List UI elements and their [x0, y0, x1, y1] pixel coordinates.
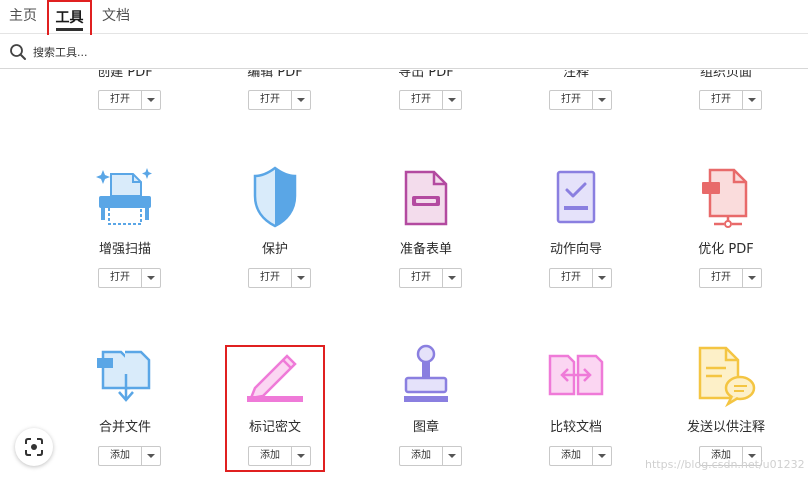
watermark-text: https://blog.csdn.net/u01232: [645, 458, 805, 471]
chevron-down-icon[interactable]: [593, 269, 611, 287]
tool-label: 创建 PDF: [97, 70, 153, 80]
search-input[interactable]: [33, 43, 433, 61]
add-button[interactable]: 添加: [400, 447, 443, 465]
chevron-down-icon[interactable]: [142, 447, 160, 465]
open-button[interactable]: 打开: [400, 91, 443, 109]
open-button[interactable]: 打开: [99, 91, 142, 109]
open-button[interactable]: 打开: [400, 269, 443, 287]
chevron-down-icon[interactable]: [743, 91, 761, 109]
button-group: 打开: [248, 90, 311, 110]
button-group: 打开: [549, 90, 612, 110]
tool-label: 组织页面: [699, 70, 752, 80]
combine-files-icon[interactable]: [91, 344, 159, 408]
button-group: 打开: [248, 268, 311, 288]
tool-label: 编辑 PDF: [247, 70, 303, 80]
tool-label: 标记密文: [248, 420, 301, 435]
tool-label: 注释: [562, 70, 589, 80]
tool-label: 图章: [412, 420, 439, 435]
shield-icon[interactable]: [241, 166, 309, 230]
chevron-down-icon[interactable]: [443, 269, 461, 287]
button-group: 打开: [549, 268, 612, 288]
chevron-down-icon[interactable]: [593, 91, 611, 109]
chevron-down-icon[interactable]: [292, 447, 310, 465]
tool-label: 动作向导: [549, 242, 602, 257]
tab-home[interactable]: 主页: [6, 0, 40, 34]
button-group: 打开: [699, 90, 762, 110]
open-button[interactable]: 打开: [550, 269, 593, 287]
button-group: 添加: [549, 446, 612, 466]
redact-icon[interactable]: [241, 344, 309, 408]
scan-icon[interactable]: [91, 166, 159, 230]
tool-label: 保护: [261, 242, 288, 257]
add-button[interactable]: 添加: [249, 447, 292, 465]
search-bar: [0, 35, 808, 69]
send-comment-icon[interactable]: [692, 344, 760, 408]
chevron-down-icon[interactable]: [142, 269, 160, 287]
chevron-down-icon[interactable]: [743, 269, 761, 287]
tool-label: 准备表单: [399, 242, 452, 257]
active-tab-underline: [56, 28, 83, 31]
tool-label: 优化 PDF: [698, 242, 754, 257]
open-button[interactable]: 打开: [700, 91, 743, 109]
compare-icon[interactable]: [542, 344, 610, 408]
chevron-down-icon[interactable]: [292, 269, 310, 287]
button-group: 打开: [399, 268, 462, 288]
search-icon: [10, 44, 26, 60]
button-group: 打开: [399, 90, 462, 110]
open-button[interactable]: 打开: [249, 269, 292, 287]
action-wizard-icon[interactable]: [542, 166, 610, 230]
chevron-down-icon[interactable]: [443, 447, 461, 465]
tab-tools[interactable]: 工具: [47, 0, 92, 37]
tool-label: 比较文档: [549, 420, 602, 435]
optimize-pdf-icon[interactable]: [692, 166, 760, 230]
add-button[interactable]: 添加: [99, 447, 142, 465]
button-group: 打开: [98, 268, 161, 288]
open-button[interactable]: 打开: [249, 91, 292, 109]
chevron-down-icon[interactable]: [443, 91, 461, 109]
button-group: 添加: [98, 446, 161, 466]
lens-icon: [25, 438, 43, 456]
form-icon[interactable]: [392, 166, 460, 230]
chevron-down-icon[interactable]: [142, 91, 160, 109]
button-group: 添加: [248, 446, 311, 466]
tab-docs[interactable]: 文档: [99, 0, 133, 34]
open-button[interactable]: 打开: [550, 91, 593, 109]
button-group: 打开: [699, 268, 762, 288]
tool-label: 发送以供注释: [686, 420, 765, 435]
button-group: 打开: [98, 90, 161, 110]
tool-label: 增强扫描: [98, 242, 151, 257]
open-button[interactable]: 打开: [700, 269, 743, 287]
top-tab-bar: 主页 工具 文档: [0, 0, 808, 37]
chevron-down-icon[interactable]: [593, 447, 611, 465]
tool-label: 导出 PDF: [398, 70, 454, 80]
tool-label: 合并文件: [98, 420, 151, 435]
tab-tools-label: 工具: [55, 10, 84, 26]
tools-grid: 创建 PDF 打开 编辑 PDF 打开 导出 PDF 打开 注释 打开 组织页面…: [0, 70, 808, 488]
lens-button[interactable]: [15, 428, 53, 466]
stamp-icon[interactable]: [392, 344, 460, 408]
add-button[interactable]: 添加: [550, 447, 593, 465]
button-group: 添加: [399, 446, 462, 466]
open-button[interactable]: 打开: [99, 269, 142, 287]
chevron-down-icon[interactable]: [292, 91, 310, 109]
